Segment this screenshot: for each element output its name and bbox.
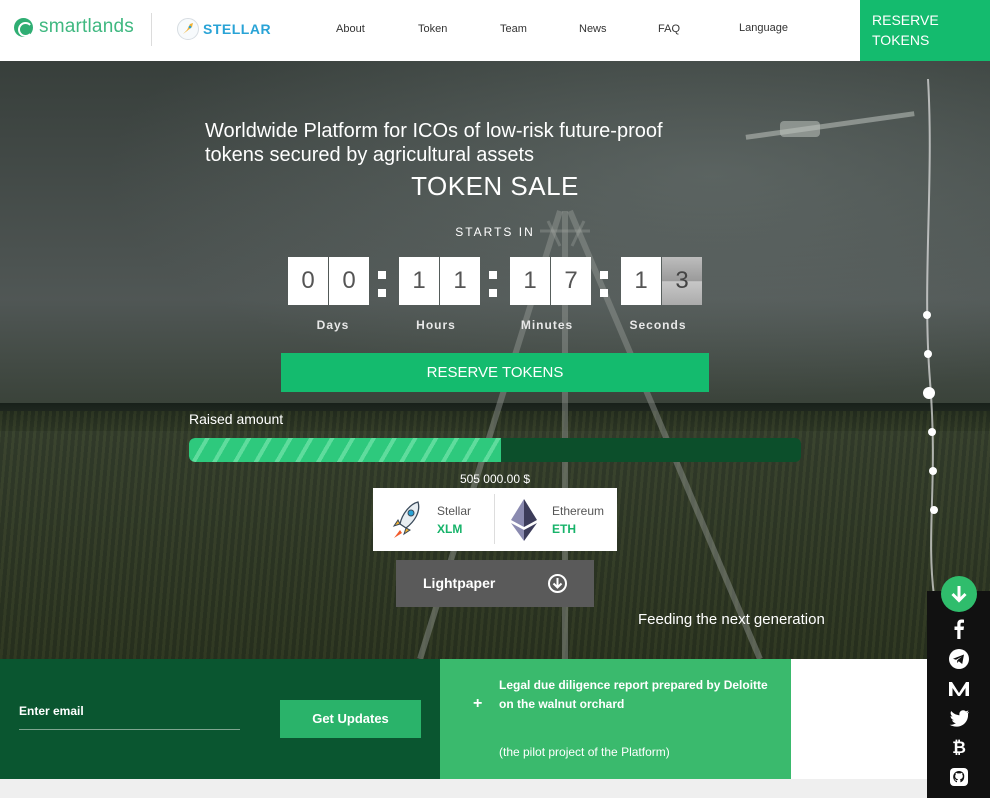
countdown-seconds-digit: 1 [621, 257, 661, 305]
timeline-dot[interactable] [930, 506, 938, 514]
raised-amount-value: 505 000.00 $ [0, 472, 990, 486]
raised-progress-bar [189, 438, 801, 462]
headline-line-1: Worldwide Platform for ICOs of low-risk … [205, 119, 765, 143]
countdown-minutes-digit: 1 [510, 257, 550, 305]
reserve-line-2: TOKENS [872, 30, 990, 50]
currency-code: XLM [437, 522, 462, 536]
medium-icon[interactable] [948, 678, 970, 700]
countdown-hours-digit: 1 [440, 257, 480, 305]
token-sale-title: TOKEN SALE [0, 171, 990, 202]
email-input[interactable]: Enter email [19, 704, 84, 718]
countdown-days-digit: 0 [329, 257, 369, 305]
nav-language[interactable]: Language [739, 22, 788, 34]
countdown-separator [378, 261, 386, 301]
countdown-days-digit: 0 [288, 257, 328, 305]
twitter-icon[interactable] [948, 707, 970, 729]
smartlands-logo[interactable]: smartlands [14, 16, 134, 38]
arrow-down-icon [950, 584, 968, 604]
legal-report-title: Legal due diligence report prepared by D… [499, 676, 769, 714]
timeline-dot[interactable] [923, 311, 931, 319]
reserve-tokens-button[interactable]: RESERVE TOKENS [281, 353, 709, 392]
countdown-hours-digit: 1 [399, 257, 439, 305]
get-updates-button[interactable]: Get Updates [280, 700, 421, 738]
nav-team[interactable]: Team [500, 23, 527, 35]
reserve-line-1: RESERVE [872, 10, 990, 30]
hero-section: Worldwide Platform for ICOs of low-risk … [0, 61, 990, 659]
starts-in-label: STARTS IN [0, 225, 990, 239]
currency-name: Ethereum [552, 504, 604, 518]
plus-icon: + [473, 695, 482, 713]
countdown-seconds-label: Seconds [618, 318, 698, 332]
lightpaper-download-button[interactable]: Lightpaper [396, 560, 594, 607]
hero-headline: Worldwide Platform for ICOs of low-risk … [205, 119, 765, 167]
timeline-dot[interactable] [929, 467, 937, 475]
partner-name: STELLAR [203, 21, 271, 37]
countdown-minutes-digit: 7 [551, 257, 591, 305]
brand-name: smartlands [39, 16, 134, 38]
currency-name: Stellar [437, 504, 471, 518]
stellar-logo[interactable]: STELLAR [177, 18, 271, 40]
telegram-icon[interactable] [948, 648, 970, 670]
currency-xlm[interactable]: Stellar XLM [373, 488, 494, 551]
raised-progress-fill [189, 438, 501, 462]
hero-tagline: Feeding the next generation [638, 611, 825, 628]
timeline-curve [927, 79, 934, 596]
rocket-icon [390, 500, 424, 540]
legal-report-subtitle: (the pilot project of the Platform) [499, 745, 670, 759]
site-header: smartlands STELLAR About Token Team News… [0, 0, 990, 61]
download-icon [548, 574, 567, 593]
scroll-down-button[interactable] [941, 576, 977, 612]
currency-eth[interactable]: Ethereum ETH [495, 488, 617, 551]
facebook-icon[interactable] [948, 618, 970, 640]
header-reserve-tokens-button[interactable]: RESERVE TOKENS [860, 0, 990, 61]
countdown-minutes-label: Minutes [507, 318, 587, 332]
lightpaper-label: Lightpaper [423, 575, 495, 591]
raised-amount-label: Raised amount [189, 411, 283, 427]
countdown-seconds-digit: 3 [662, 257, 702, 305]
ethereum-icon [511, 499, 537, 541]
headline-line-2: tokens secured by agricultural assets [205, 143, 765, 167]
stellar-rocket-icon [177, 18, 199, 40]
email-input-underline [19, 729, 240, 730]
countdown-separator [489, 261, 497, 301]
subscribe-panel: Enter email Get Updates [0, 659, 440, 779]
timeline-dot[interactable] [928, 428, 936, 436]
social-sidebar: ₿ [927, 591, 990, 798]
countdown-hours-label: Hours [396, 318, 476, 332]
smartlands-logo-icon [14, 18, 33, 37]
currency-code: ETH [552, 522, 576, 536]
github-icon[interactable] [948, 766, 970, 788]
bottom-blank-panel [791, 659, 927, 779]
header-divider [151, 13, 152, 46]
timeline-dot[interactable] [924, 350, 932, 358]
countdown-days-label: Days [293, 318, 373, 332]
page-footer-strip [0, 779, 990, 798]
nav-about[interactable]: About [336, 23, 365, 35]
nav-news[interactable]: News [579, 23, 607, 35]
timeline-dot-active[interactable] [923, 387, 935, 399]
bitcoin-icon[interactable]: ₿ [948, 737, 970, 759]
accepted-currencies: Stellar XLM Ethereum ETH [373, 488, 617, 551]
legal-report-panel[interactable]: + Legal due diligence report prepared by… [440, 659, 791, 779]
countdown-separator [600, 261, 608, 301]
nav-token[interactable]: Token [418, 23, 447, 35]
nav-faq[interactable]: FAQ [658, 23, 680, 35]
